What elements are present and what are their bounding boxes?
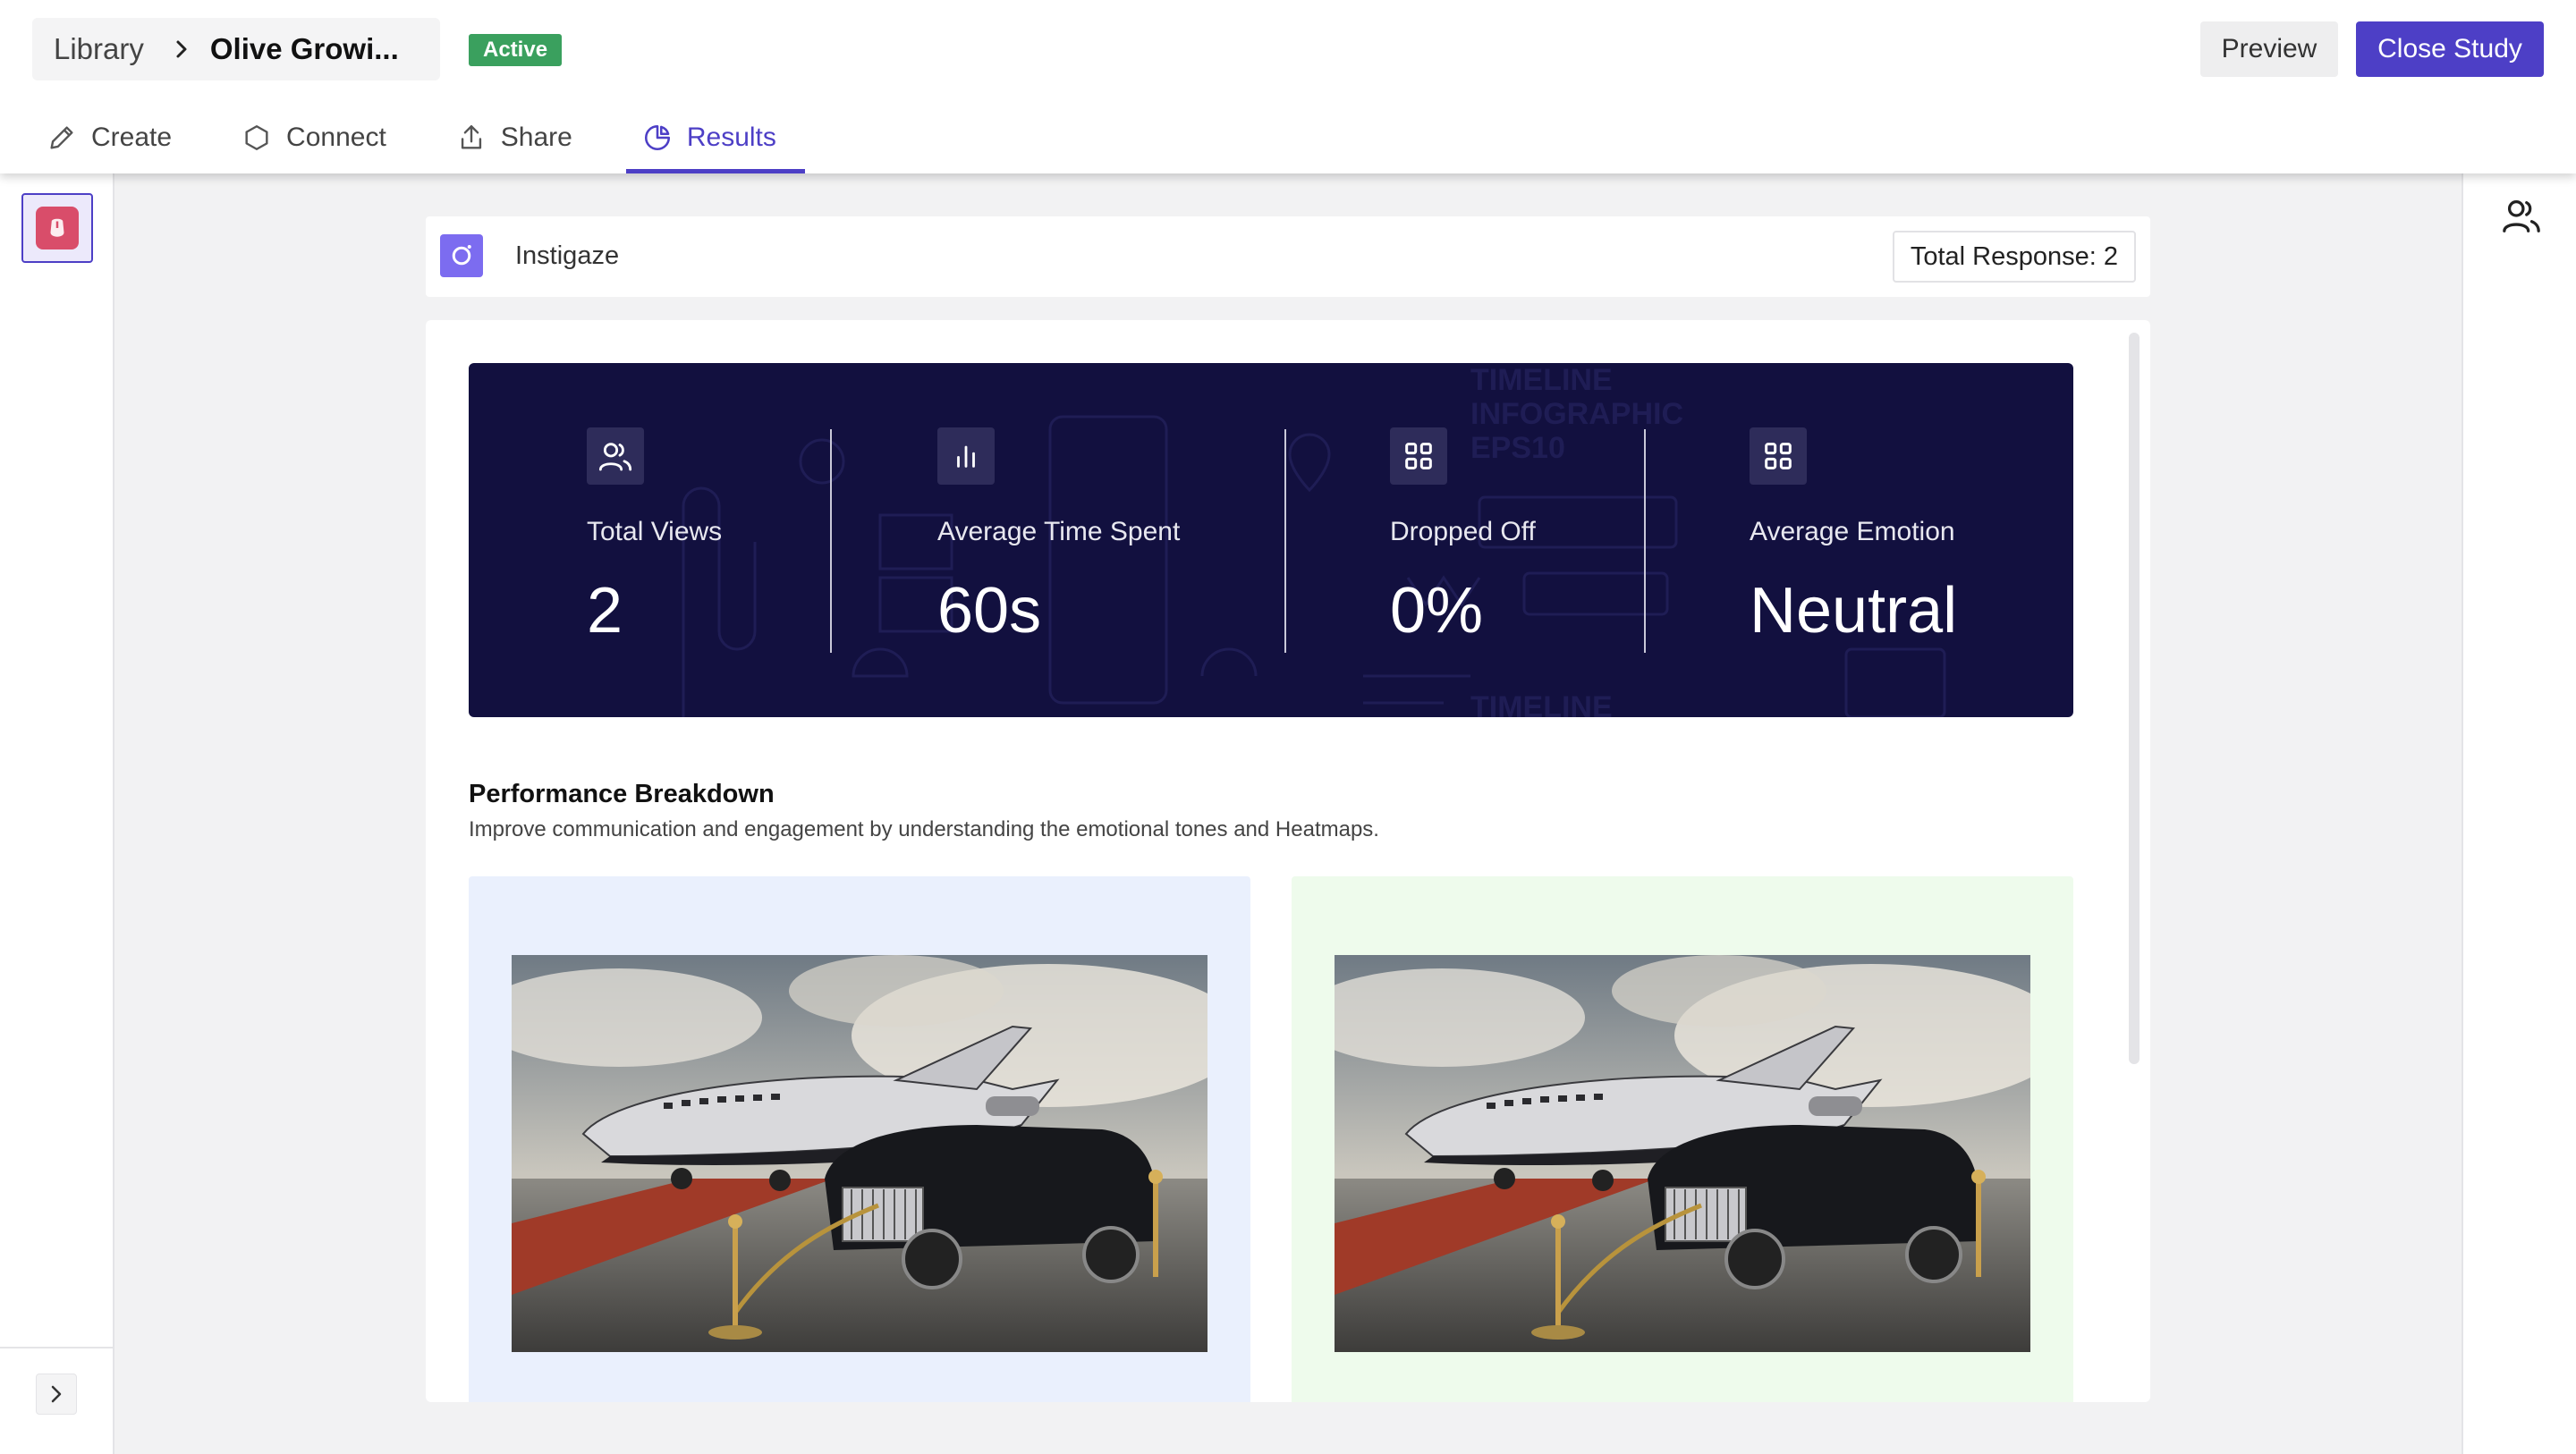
study-name: Instigaze <box>515 241 620 270</box>
stats-banner: TIMELINE INFOGRAPHIC EPS10 TIMELINE Tota… <box>469 363 2073 717</box>
share-icon <box>461 125 481 149</box>
emotion-card[interactable] <box>469 876 1250 1402</box>
stat-value: 0% <box>1390 575 1484 647</box>
stat-label: Dropped Off <box>1390 517 1536 546</box>
breadcrumb: Library Olive Growi... <box>32 18 440 80</box>
performance-description: Improve communication and engagement by … <box>469 817 1379 841</box>
study-thumbnail[interactable] <box>21 193 93 263</box>
grid-icon <box>1390 427 1447 485</box>
svg-text:TIMELINE: TIMELINE <box>1470 363 1613 397</box>
study-image <box>1335 955 2030 1352</box>
bar-chart-icon <box>937 427 995 485</box>
stat-label: Total Views <box>587 517 723 546</box>
study-image <box>512 955 1208 1352</box>
results-panel: TIMELINE INFOGRAPHIC EPS10 TIMELINE Tota… <box>426 320 2150 1402</box>
study-info-bar: Instigaze Total Response: 2 <box>426 216 2150 297</box>
breadcrumb-library-link[interactable]: Library <box>54 32 144 66</box>
users-icon <box>587 427 644 485</box>
participants-icon[interactable] <box>2501 195 2542 236</box>
main-content: Instigaze Total Response: 2 TIMELINE INF… <box>114 173 2462 1454</box>
svg-text:EPS10: EPS10 <box>1470 431 1565 465</box>
stat-value: Neutral <box>1750 575 1958 647</box>
stat-label: Average Emotion <box>1750 517 1955 546</box>
pencil-icon <box>50 126 73 149</box>
scrollbar[interactable] <box>2129 333 2140 1064</box>
stat-value: 60s <box>937 575 1042 647</box>
heatmap-card[interactable] <box>1292 876 2073 1402</box>
instigaze-logo-icon <box>36 207 79 249</box>
performance-title: Performance Breakdown <box>469 780 775 808</box>
status-badge: Active <box>469 34 563 66</box>
stat-value: 2 <box>587 575 623 647</box>
instigaze-logo-icon <box>440 234 483 277</box>
tab-label: Results <box>686 123 776 152</box>
chevron-right-icon <box>174 39 189 59</box>
total-response-badge: Total Response: 2 <box>1892 231 2136 283</box>
right-sidebar <box>2462 173 2576 1454</box>
tab-results[interactable]: Results <box>625 114 805 173</box>
tab-bar: Create Connect Share Results <box>47 114 846 173</box>
tab-label: Share <box>500 123 572 152</box>
grid-icon <box>1750 427 1807 485</box>
hexagon-icon <box>245 125 268 150</box>
expand-sidebar-button[interactable] <box>36 1374 77 1415</box>
divider <box>830 429 832 653</box>
left-sidebar <box>0 173 114 1454</box>
tab-label: Connect <box>286 123 386 152</box>
svg-text:TIMELINE: TIMELINE <box>1470 690 1613 717</box>
chevron-right-icon <box>51 1385 62 1403</box>
breadcrumb-current-study[interactable]: Olive Growi... <box>210 32 399 66</box>
tab-share[interactable]: Share <box>456 114 587 173</box>
tab-label: Create <box>91 123 173 152</box>
top-header: Library Olive Growi... Active Preview Cl… <box>0 0 2576 173</box>
divider <box>0 1347 113 1348</box>
close-study-button[interactable]: Close Study <box>2356 21 2544 77</box>
divider <box>1644 429 1646 653</box>
svg-text:INFOGRAPHIC: INFOGRAPHIC <box>1470 397 1683 431</box>
tab-connect[interactable]: Connect <box>242 114 401 173</box>
divider <box>1284 429 1286 653</box>
stat-label: Average Time Spent <box>937 517 1181 546</box>
pie-chart-icon <box>644 124 670 151</box>
preview-button[interactable]: Preview <box>2200 21 2338 77</box>
tab-create[interactable]: Create <box>47 114 186 173</box>
